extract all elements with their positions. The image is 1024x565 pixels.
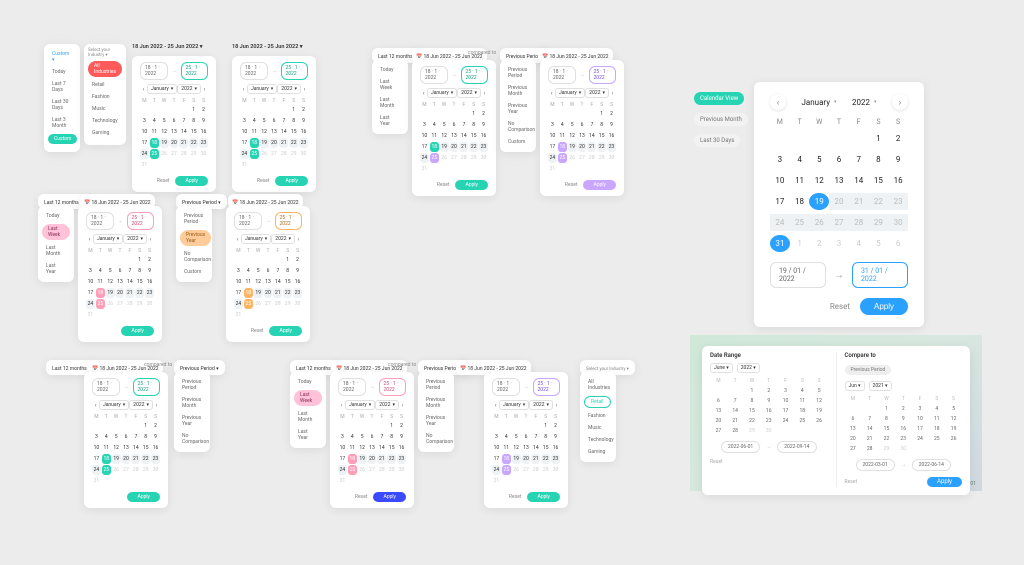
calendar-grid: MTWTFSS123456789101112131415161718192021… [140,98,208,170]
side-presets-pink: Today Last Week Last Month Last Year [38,206,74,282]
preset-custom[interactable]: Custom ▾ [48,48,76,66]
from-input[interactable]: 19 / 01 / 2022 [770,262,826,288]
reset-button[interactable]: Reset [157,178,170,184]
apply-button[interactable]: Apply [860,298,908,315]
preset-panel: Custom ▾ Today Last 7 Days Last 30 Days … [44,44,80,152]
apply-button[interactable]: Apply [927,477,962,487]
date-range-title: Date Range [710,352,828,359]
from-input[interactable]: 18 · 1 · 2022 [140,62,168,80]
preset-today[interactable]: Today [48,66,76,78]
to-input[interactable]: 31 / 01 / 2022 [852,262,908,288]
preset-active-chip[interactable]: Custom [48,134,77,144]
arrow-icon: → [834,270,844,281]
prev-month-button[interactable]: ‹ [240,84,247,94]
calendar-orange-1: 18 · 1 · 2022→25 · 1 · 2022 ‹January▾202… [226,206,310,342]
industry-item[interactable]: Technology [88,115,122,127]
industry-item[interactable]: Retail [88,79,122,91]
calendar-pink-2: 18 · 1 · 2022→25 · 1 · 2022 ‹January▾202… [330,372,414,508]
calendar-purple-1: 18 · 1 · 2022→25 · 1 · 2022 ‹January▾202… [540,60,624,196]
prev-month-button[interactable]: ‹ [140,84,147,94]
preset-3m[interactable]: Last 3 Month [48,114,76,132]
preset-30d[interactable]: Last 30 Days [48,96,76,114]
calendar-pink-1: 18 · 1 · 2022→25 · 1 · 2022 ‹January▾202… [78,206,162,342]
next-month-button[interactable]: › [201,84,208,94]
preset-7d[interactable]: Last 7 Days [48,78,76,96]
calendar-teal-with-purple-end: 18 · 1 · 2022→25 · 1 · 2022 ‹January▾202… [412,60,496,196]
from-input[interactable]: 18 · 1 · 2022 [240,62,268,80]
calendar-purple-2: 18 · 1 · 2022→25 · 1 · 2022 ‹January▾202… [484,372,568,508]
compare-options: Previous Period Previous Month Previous … [500,60,536,152]
compare-options-orange: Previous Period Previous Year No Compari… [176,206,212,282]
industry-item[interactable]: Music [88,103,122,115]
next-month-button[interactable]: › [301,84,308,94]
reset-button[interactable]: Reset [830,302,850,311]
arrow-icon: → [272,68,277,74]
to-input[interactable]: 25 · 1 · 2022 [181,62,209,80]
reset-button[interactable]: Reset [257,178,270,184]
year-select[interactable]: 2022▾ [177,84,201,94]
calendar-teal-1: 18 · 1 · 2022 → 25 · 1 · 2022 ‹ January▾… [132,56,216,192]
arrow-icon: → [172,68,177,74]
big-calendar: Calendar View Previous Month Last 30 Day… [754,82,924,327]
big-calendar-grid[interactable]: 1234567891011121314151617181920212223242… [770,130,908,252]
industry-item[interactable]: Fashion [88,91,122,103]
apply-button[interactable]: Apply [175,176,208,186]
to-input[interactable]: 25 · 1 · 2022 [281,62,309,80]
compare-to-title: Compare to [845,352,963,359]
compare-picker: Date Range June ▾ 2022 ▾ MTWTFSS12345678… [702,346,970,495]
industry-label[interactable]: Select your Industry ▾ [88,48,122,58]
range-title-2[interactable]: 18 Jun 2022 - 25 Jun 2022 ▾ [232,44,302,50]
prev-month-button[interactable]: ‹ [770,94,786,110]
industry-item[interactable]: Gaming [88,127,122,139]
range-title-1[interactable]: 18 Jun 2022 - 25 Jun 2022 ▾ [132,44,202,50]
year-select[interactable]: 2022▾ [277,84,301,94]
calendar-te-big: 18 · 1 · 2022→25 · 1 · 2022 ‹January▾202… [84,372,168,508]
compared-to-label: compared to [468,50,496,56]
month-select[interactable]: January▾ [147,84,177,94]
month-select[interactable]: January ▾ [801,98,836,107]
next-month-button[interactable]: › [892,94,908,110]
month-select[interactable]: January▾ [247,84,277,94]
side-presets-tiny: Today Last Week Last Month Last Year [372,60,408,134]
industry-all-chip[interactable]: All Industries [88,61,122,77]
apply-button[interactable]: Apply [275,176,308,186]
big-side-presets: Calendar View Previous Month Last 30 Day… [694,88,748,151]
industry-panel: Select your Industry ▾ All Industries Re… [84,44,126,145]
year-select[interactable]: 2022 ▾ [852,98,877,107]
calendar-teal-2: 18 · 1 · 2022 → 25 · 1 · 2022 ‹ January▾… [232,56,316,192]
